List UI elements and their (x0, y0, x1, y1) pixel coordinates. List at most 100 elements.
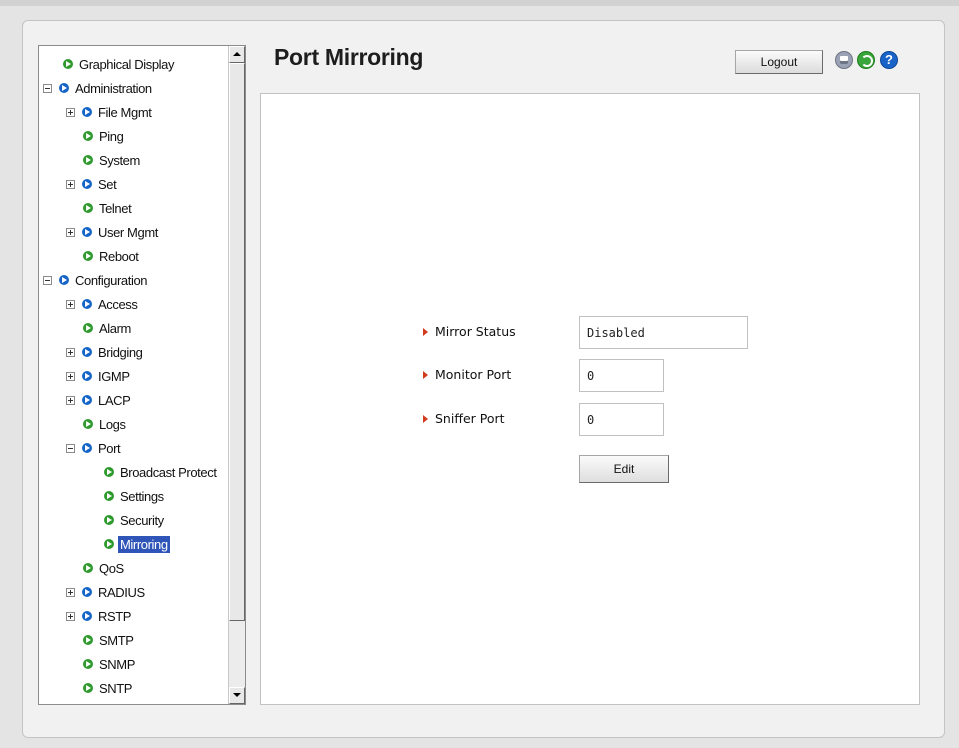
content-panel: Mirror Status Disabled Monitor Port 0 Sn… (260, 93, 920, 705)
nav-item-label: Administration (75, 80, 152, 96)
expand-toggle-icon[interactable] (66, 611, 75, 621)
expand-toggle-icon[interactable] (66, 227, 75, 237)
nav-item-bridging[interactable]: Bridging (66, 340, 145, 364)
expand-toggle-icon[interactable] (66, 587, 75, 597)
mirror-status-value: Disabled (579, 316, 748, 349)
nav-item-label: Security (120, 512, 164, 528)
leaf-bullet-icon (83, 419, 93, 429)
folder-bullet-icon (82, 179, 92, 189)
nav-item-label: Ping (99, 128, 124, 144)
nav-item-label: RSTP (98, 608, 132, 624)
nav-item-label: Port (98, 440, 121, 456)
leaf-bullet-icon (104, 467, 114, 477)
collapse-toggle-icon[interactable] (66, 443, 75, 453)
nav-item-file-mgmt[interactable]: File Mgmt (66, 100, 153, 124)
scroll-down-icon[interactable] (229, 687, 245, 704)
nav-item-configuration[interactable]: Configuration (43, 268, 149, 292)
nav-item-label: Telnet (99, 200, 132, 216)
collapse-toggle-icon[interactable] (43, 83, 52, 93)
nav-item-lacp[interactable]: LACP (66, 388, 132, 412)
save-icon[interactable] (835, 51, 853, 69)
leaf-bullet-icon (63, 59, 73, 69)
logout-button[interactable]: Logout (735, 50, 823, 74)
nav-item-administration[interactable]: Administration (43, 76, 154, 100)
nav-item-label: Logs (99, 416, 126, 432)
nav-item-label: SNTP (99, 680, 133, 696)
folder-bullet-icon (82, 299, 92, 309)
nav-item-qos[interactable]: QoS (83, 556, 126, 580)
nav-item-set[interactable]: Set (66, 172, 118, 196)
nav-item-sntp[interactable]: SNTP (83, 676, 134, 700)
nav-item-broadcast-protect[interactable]: Broadcast Protect (104, 460, 219, 484)
nav-item-system[interactable]: System (83, 148, 142, 172)
leaf-bullet-icon (83, 563, 93, 573)
nav-item-mirroring[interactable]: Mirroring (104, 532, 170, 556)
nav-item-security[interactable]: Security (104, 508, 166, 532)
leaf-bullet-icon (83, 251, 93, 261)
nav-item-telnet[interactable]: Telnet (83, 196, 133, 220)
monitor-port-value: 0 (579, 359, 664, 392)
nav-item-label: File Mgmt (98, 104, 152, 120)
nav-item-settings[interactable]: Settings (104, 484, 166, 508)
nav-item-label: Access (98, 296, 138, 312)
expand-toggle-icon[interactable] (66, 179, 75, 189)
scroll-thumb[interactable] (229, 63, 245, 621)
folder-bullet-icon (82, 347, 92, 357)
nav-item-smtp[interactable]: SMTP (83, 628, 136, 652)
scroll-up-icon[interactable] (229, 46, 245, 63)
edit-button[interactable]: Edit (579, 455, 669, 483)
leaf-bullet-icon (83, 323, 93, 333)
nav-item-logs[interactable]: Logs (83, 412, 128, 436)
nav-item-label: LACP (98, 392, 131, 408)
folder-bullet-icon (82, 443, 92, 453)
nav-item-radius[interactable]: RADIUS (66, 580, 147, 604)
collapse-toggle-icon[interactable] (43, 275, 52, 285)
field-marker-icon (423, 414, 428, 423)
expand-toggle-icon[interactable] (66, 395, 75, 405)
nav-item-label-selected: Mirroring (118, 535, 170, 553)
folder-bullet-icon (59, 83, 69, 93)
folder-bullet-icon (82, 395, 92, 405)
nav-item-igmp[interactable]: IGMP (66, 364, 132, 388)
nav-item-label: Broadcast Protect (120, 464, 217, 480)
nav-item-label: Bridging (98, 344, 143, 360)
nav-item-access[interactable]: Access (66, 292, 140, 316)
sniffer-port-row: Sniffer Port 0 (261, 403, 919, 437)
nav-item-graphical-display[interactable]: Graphical Display (63, 52, 176, 76)
expand-toggle-icon[interactable] (66, 299, 75, 309)
nav-item-snmp[interactable]: SNMP (83, 652, 137, 676)
top-strip (0, 0, 959, 6)
nav-item-label: User Mgmt (98, 224, 158, 240)
nav-item-ping[interactable]: Ping (83, 124, 125, 148)
leaf-bullet-icon (83, 659, 93, 669)
mirror-status-row: Mirror Status Disabled (261, 316, 919, 350)
tree-scrollbar[interactable] (228, 46, 245, 704)
nav-item-rstp[interactable]: RSTP (66, 604, 133, 628)
monitor-port-row: Monitor Port 0 (261, 359, 919, 393)
nav-item-user-mgmt[interactable]: User Mgmt (66, 220, 160, 244)
folder-bullet-icon (59, 275, 69, 285)
expand-toggle-icon[interactable] (66, 107, 75, 117)
help-icon[interactable]: ? (880, 51, 898, 69)
expand-toggle-icon[interactable] (66, 347, 75, 357)
nav-item-alarm[interactable]: Alarm (83, 316, 133, 340)
nav-item-port[interactable]: Port (66, 436, 122, 460)
leaf-bullet-icon (83, 635, 93, 645)
nav-item-label: Set (98, 176, 117, 192)
expand-toggle-icon[interactable] (66, 371, 75, 381)
leaf-bullet-icon (83, 155, 93, 165)
nav-item-label: Graphical Display (79, 56, 175, 72)
nav-item-label: Configuration (75, 272, 148, 288)
folder-bullet-icon (82, 227, 92, 237)
folder-bullet-icon (82, 371, 92, 381)
nav-tree-panel: Graphical Display Administration File Mg… (38, 45, 246, 705)
leaf-bullet-icon (83, 683, 93, 693)
leaf-bullet-icon (104, 539, 114, 549)
nav-item-label: Settings (120, 488, 164, 504)
refresh-icon[interactable] (857, 51, 875, 69)
nav-item-label: System (99, 152, 140, 168)
folder-bullet-icon (82, 587, 92, 597)
leaf-bullet-icon (104, 491, 114, 501)
nav-item-reboot[interactable]: Reboot (83, 244, 141, 268)
leaf-bullet-icon (83, 203, 93, 213)
